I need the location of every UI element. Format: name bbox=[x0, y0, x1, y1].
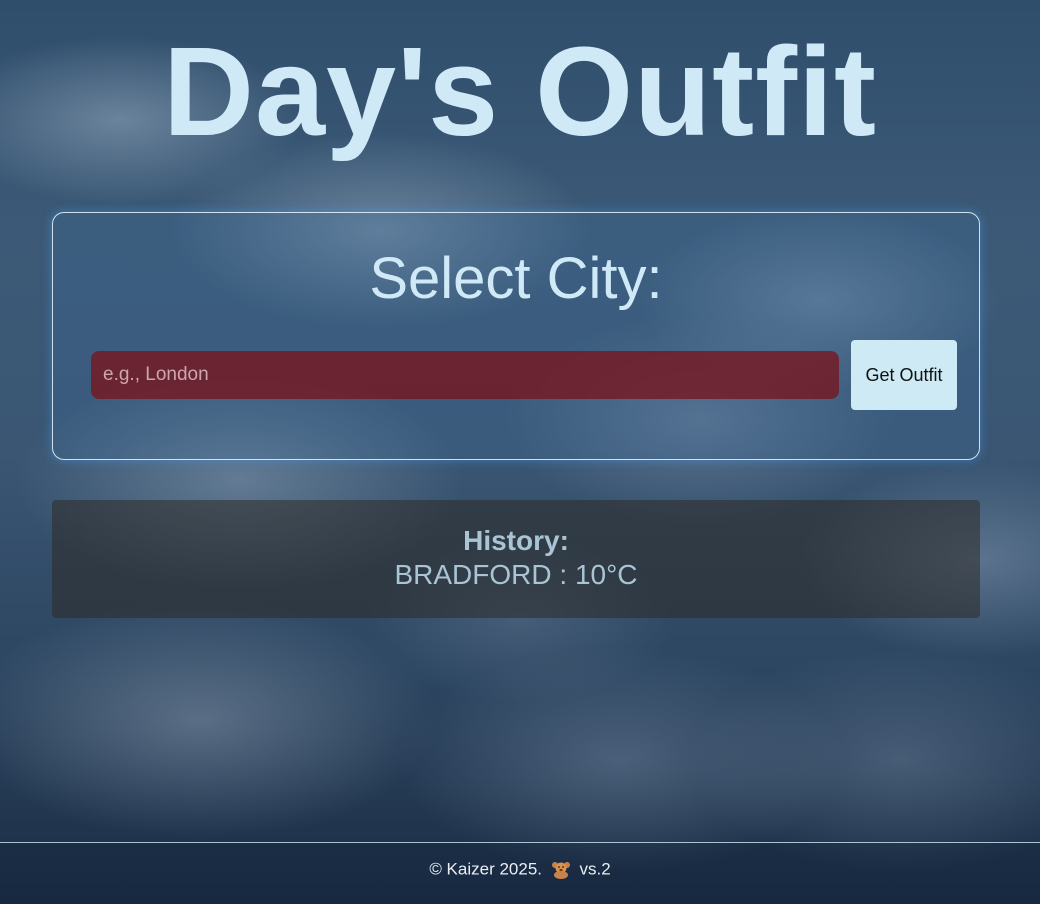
history-panel: History: BRADFORD : 10°C bbox=[52, 500, 980, 618]
select-city-heading: Select City: bbox=[369, 246, 663, 311]
footer: © Kaizer 2025. vs.2 bbox=[0, 842, 1040, 904]
footer-version: vs.2 bbox=[579, 859, 611, 879]
city-search-card: Select City: Get Outfit bbox=[52, 212, 980, 460]
history-entry: BRADFORD : 10°C bbox=[394, 559, 638, 590]
page-title: Day's Outfit bbox=[162, 21, 878, 162]
history-heading: History: bbox=[463, 525, 569, 556]
teddy-bear-icon bbox=[551, 861, 571, 879]
city-input[interactable] bbox=[91, 351, 839, 399]
get-outfit-button[interactable]: Get Outfit bbox=[851, 340, 957, 410]
footer-copyright: © Kaizer 2025. bbox=[429, 859, 543, 879]
